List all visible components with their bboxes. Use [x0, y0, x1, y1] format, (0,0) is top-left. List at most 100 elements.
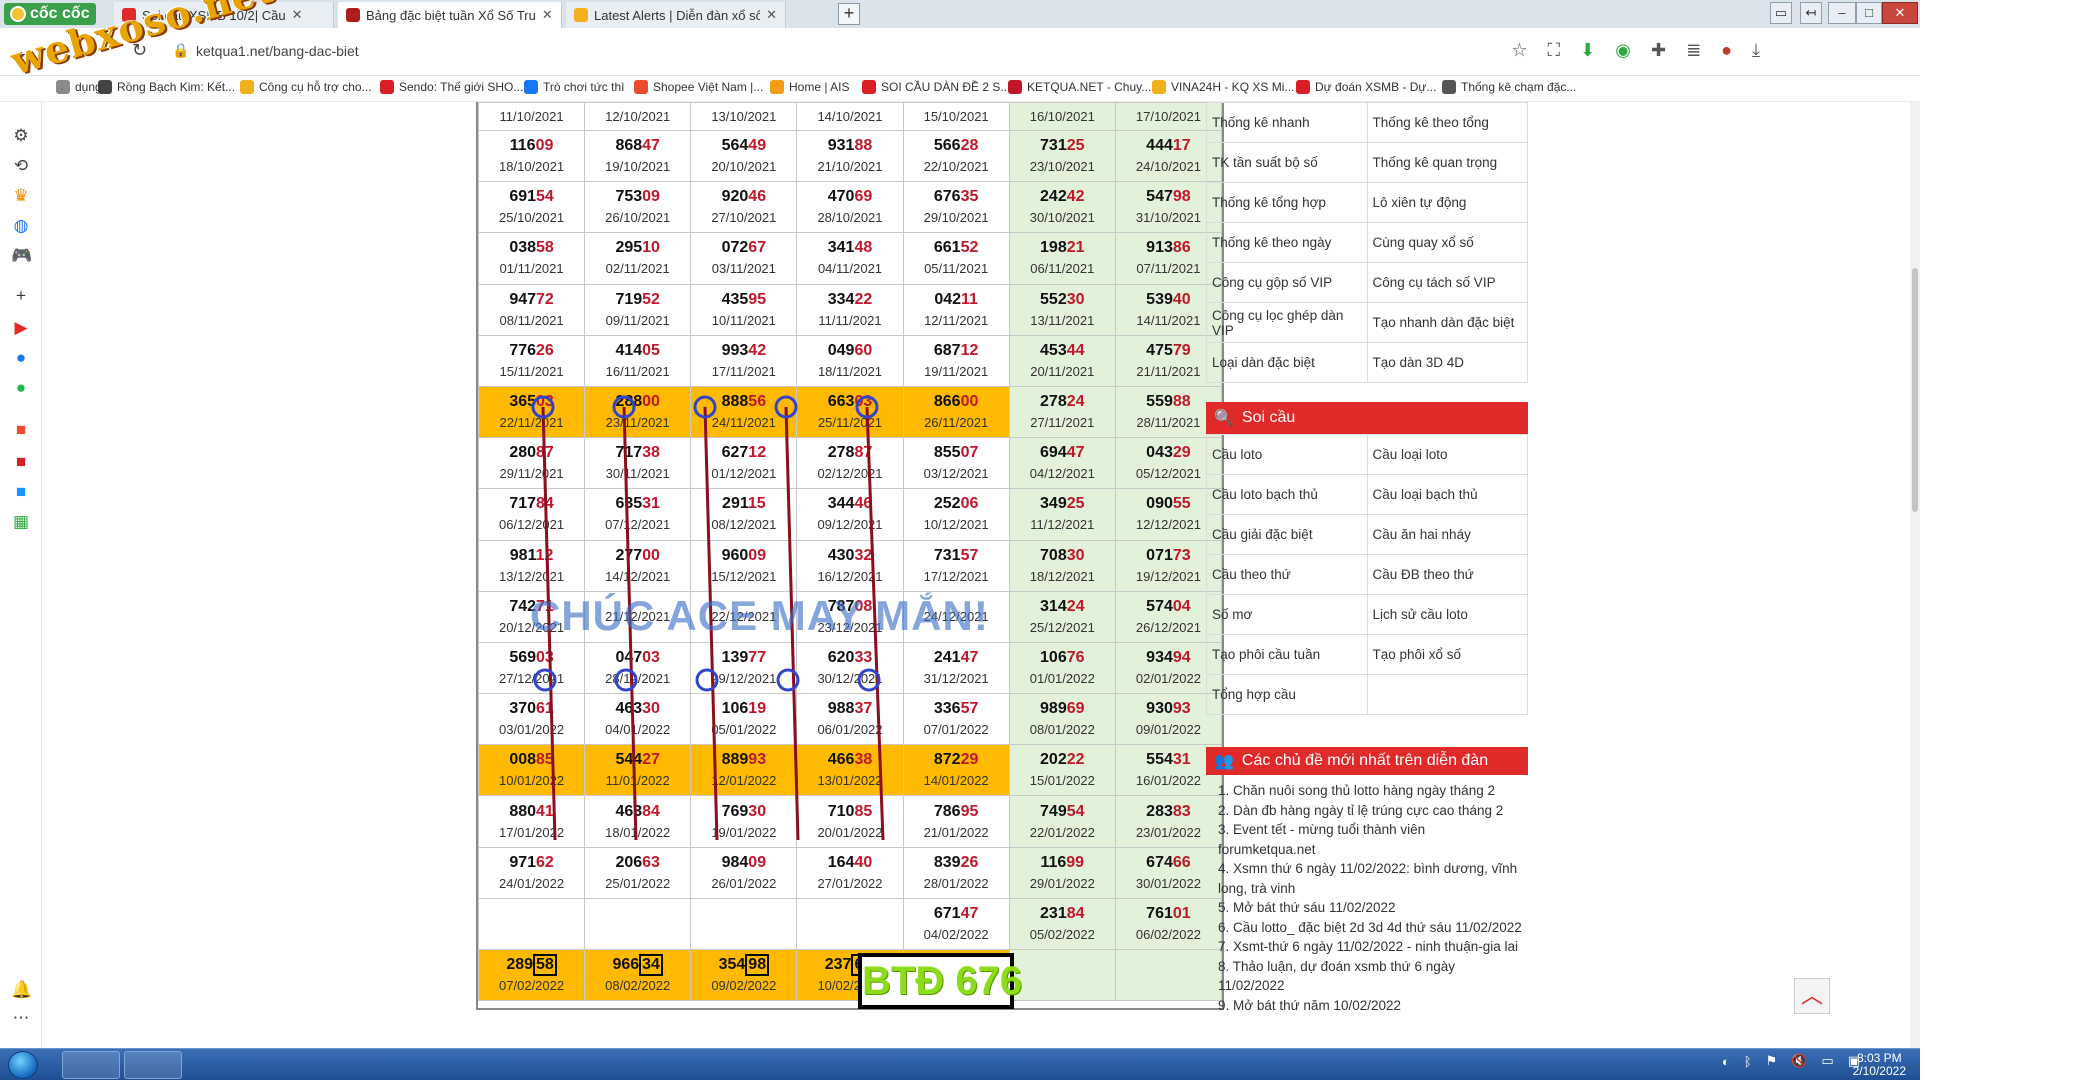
youtube-icon[interactable]: ▶ [11, 318, 31, 338]
download-green-icon[interactable]: ⬇ [1580, 40, 1595, 61]
panel-link[interactable]: Cùng quay xổ số [1366, 222, 1528, 263]
bookmark-item[interactable]: Trò chơi tức thì [524, 80, 624, 94]
spotify-icon[interactable]: ● [11, 378, 31, 398]
taskbar-coccoc-icon[interactable] [62, 1051, 120, 1079]
panel-link[interactable]: Số mơ [1206, 594, 1368, 635]
panel-link[interactable]: Thống kê nhanh [1206, 102, 1368, 143]
tray-display-icon[interactable]: ▭ [1821, 1053, 1833, 1069]
new-tab-button[interactable]: + [838, 3, 860, 25]
bookmark-item[interactable]: Dự đoán XSMB - Dự... [1296, 80, 1436, 94]
forum-topic-item[interactable]: 8. Thảo luận, dự đoán xsmb thứ 6 ngày 11… [1218, 957, 1522, 996]
page-scrollbar[interactable] [1910, 102, 1920, 1048]
shopee-icon[interactable]: ■ [11, 420, 31, 440]
forum-topic-link[interactable]: 4. Xsmn thứ 6 ngày 11/02/2022: bình dươn… [1218, 859, 1522, 898]
coccoc-icon[interactable]: ◉ [1615, 40, 1631, 61]
bookmark-item[interactable]: Thống kê chạm đặc... [1442, 80, 1576, 94]
scrollbar-thumb[interactable] [1912, 268, 1918, 512]
tab-close-icon[interactable]: ✕ [292, 7, 303, 23]
panel-link[interactable]: Tạo phôi cầu tuần [1206, 634, 1368, 675]
panel-link[interactable]: Tạo nhanh dàn đặc biệt [1366, 302, 1528, 343]
profile-avatar-icon[interactable]: ● [1721, 40, 1732, 61]
bookmark-item[interactable]: VINA24H - KQ XS Mi... [1152, 80, 1294, 94]
downloads-icon[interactable]: ⤓ [1752, 40, 1760, 61]
panel-link[interactable]: Công cụ tách số VIP [1366, 262, 1528, 303]
panel-link[interactable]: Tạo phôi xổ số [1366, 634, 1528, 675]
window-menu-icon[interactable]: ▭ [1770, 2, 1792, 24]
more-dots-icon[interactable]: ⋯ [11, 1008, 31, 1028]
panel-link[interactable]: Thống kê tổng hợp [1206, 182, 1368, 223]
forum-topic-link[interactable]: 3. Event tết - mừng tuổi thành viên foru… [1218, 820, 1522, 859]
panel-link[interactable]: Công cụ gộp số VIP [1206, 262, 1368, 303]
bookmark-item[interactable]: SOI CẦU DÀN ĐỀ 2 S... [862, 80, 1010, 94]
panel-link[interactable]: Tạo dàn 3D 4D [1366, 342, 1528, 383]
panel-link[interactable]: Cầu theo thứ [1206, 554, 1368, 595]
panel-link[interactable]: Cầu giải đặc biệt [1206, 514, 1368, 555]
maximize-icon[interactable]: □ [1856, 2, 1882, 24]
forum-topic-link[interactable]: 1. Chăn nuôi song thủ lotto hàng ngày th… [1218, 781, 1495, 801]
panel-link[interactable]: Loại dàn đặc biệt [1206, 342, 1368, 383]
tab-close-icon[interactable]: ✕ [766, 7, 777, 23]
panel-link[interactable]: TK tần suất bộ số [1206, 142, 1368, 183]
panel-link[interactable]: Cầu ăn hai nháy [1366, 514, 1528, 555]
forum-topic-item[interactable]: 1. Chăn nuôi song thủ lotto hàng ngày th… [1218, 781, 1522, 801]
crown-icon[interactable]: ♛ [11, 186, 31, 206]
forum-topic-item[interactable]: 2. Dàn đb hàng ngày tỉ lệ trúng cực cao … [1218, 801, 1522, 821]
minimize-icon[interactable]: – [1828, 2, 1856, 24]
forum-topic-link[interactable]: 6. Cầu lotto_ đặc biệt 2d 3d 4d thứ sáu … [1218, 918, 1522, 938]
forum-topic-item[interactable]: 3. Event tết - mừng tuổi thành viên foru… [1218, 820, 1522, 859]
forum-topic-item[interactable]: 7. Xsmt-thứ 6 ngày 11/02/2022 - ninh thu… [1218, 937, 1522, 957]
browser-tab[interactable]: Latest Alerts | Diễn đàn xổ số ✕ [566, 2, 786, 28]
panel-link[interactable]: Công cụ lọc ghép dàn VIP [1206, 302, 1368, 343]
panel-link[interactable]: Thống kê theo ngày [1206, 222, 1368, 263]
forum-topic-link[interactable]: 7. Xsmt-thứ 6 ngày 11/02/2022 - ninh thu… [1218, 937, 1518, 957]
panel-link[interactable]: Cầu loto [1206, 434, 1368, 475]
bookmark-item[interactable]: Sendo: Thế giới SHO... [380, 80, 523, 94]
forum-topic-link[interactable]: 2. Dàn đb hàng ngày tỉ lệ trúng cực cao … [1218, 801, 1503, 821]
taskbar-clock[interactable]: 8:03 PM 2/10/2022 [1853, 1052, 1906, 1078]
tiki-icon[interactable]: ■ [11, 482, 31, 502]
start-button[interactable] [8, 1051, 38, 1079]
forum-topic-item[interactable]: 5. Mở bát thứ sáu 11/02/2022 [1218, 898, 1522, 918]
forum-topic-item[interactable]: 9. Mở bát thứ năm 10/02/2022 [1218, 996, 1522, 1016]
back-window-icon[interactable]: ↤ [1800, 2, 1822, 24]
panel-link[interactable]: Cầu loto bạch thủ [1206, 474, 1368, 515]
forum-topic-item[interactable]: 6. Cầu lotto_ đặc biệt 2d 3d 4d thứ sáu … [1218, 918, 1522, 938]
tray-volume-icon[interactable]: 🔇 [1791, 1053, 1807, 1069]
browser-tab[interactable]: Bảng đặc biệt tuần Xổ Số Tru ✕ [338, 2, 562, 28]
taskbar-explorer-icon[interactable] [124, 1051, 182, 1079]
url-text[interactable]: ketqua1.net/bang-dac-biet [196, 43, 359, 59]
game-controller-icon[interactable]: 🎮 [11, 246, 32, 266]
sendo-icon[interactable]: ■ [11, 452, 31, 472]
panel-link[interactable]: Cầu loại bạch thủ [1366, 474, 1528, 515]
tray-network-icon[interactable]: ◐ [1722, 1054, 1730, 1069]
bookmark-item[interactable]: KETQUA.NET - Chuy... [1008, 80, 1151, 94]
panel-link[interactable]: Lô xiên tự động [1366, 182, 1528, 223]
reading-list-icon[interactable]: ≣ [1686, 40, 1701, 61]
settings-gear-icon[interactable]: ⚙ [11, 126, 31, 146]
messenger-icon[interactable]: ◍ [11, 216, 31, 236]
bookmark-item[interactable]: Shopee Việt Nam |... [634, 80, 763, 94]
tray-flag-icon[interactable]: ⚑ [1766, 1053, 1778, 1069]
panel-link[interactable]: Cầu ĐB theo thứ [1366, 554, 1528, 595]
panel-link[interactable]: Cầu loại loto [1366, 434, 1528, 475]
spreadsheet-icon[interactable]: ▦ [11, 512, 31, 532]
bookmark-item[interactable]: Công cụ hỗ trợ cho... [240, 80, 372, 94]
lock-icon[interactable]: 🔒 [172, 42, 189, 59]
bookmark-item[interactable]: dụng [56, 80, 102, 94]
forum-topic-link[interactable]: 8. Thảo luận, dự đoán xsmb thứ 6 ngày 11… [1218, 957, 1522, 996]
panel-link[interactable]: Thống kê quan trọng [1366, 142, 1528, 183]
bookmark-item[interactable]: Rồng Bạch Kim: Kết... [98, 80, 235, 94]
panel-link[interactable]: Lịch sử cầu loto [1366, 594, 1528, 635]
puzzle-icon[interactable]: ✚ [1651, 40, 1666, 61]
panel-link[interactable]: Thống kê theo tổng [1366, 102, 1528, 143]
tray-bluetooth-icon[interactable]: ᛒ [1744, 1054, 1752, 1069]
notification-bell-icon[interactable]: 🔔 [11, 980, 32, 1000]
add-icon[interactable]: + [11, 286, 31, 306]
forum-topic-link[interactable]: 9. Mở bát thứ năm 10/02/2022 [1218, 996, 1401, 1016]
facebook-icon[interactable]: ● [11, 348, 31, 368]
history-icon[interactable]: ⟲ [11, 156, 31, 176]
bookmark-star-icon[interactable]: ☆ [1511, 40, 1527, 61]
bookmark-item[interactable]: Home | AIS [770, 80, 849, 94]
tab-close-icon[interactable]: ✕ [542, 7, 553, 23]
panel-link[interactable]: Tổng hợp cầu [1206, 674, 1368, 715]
